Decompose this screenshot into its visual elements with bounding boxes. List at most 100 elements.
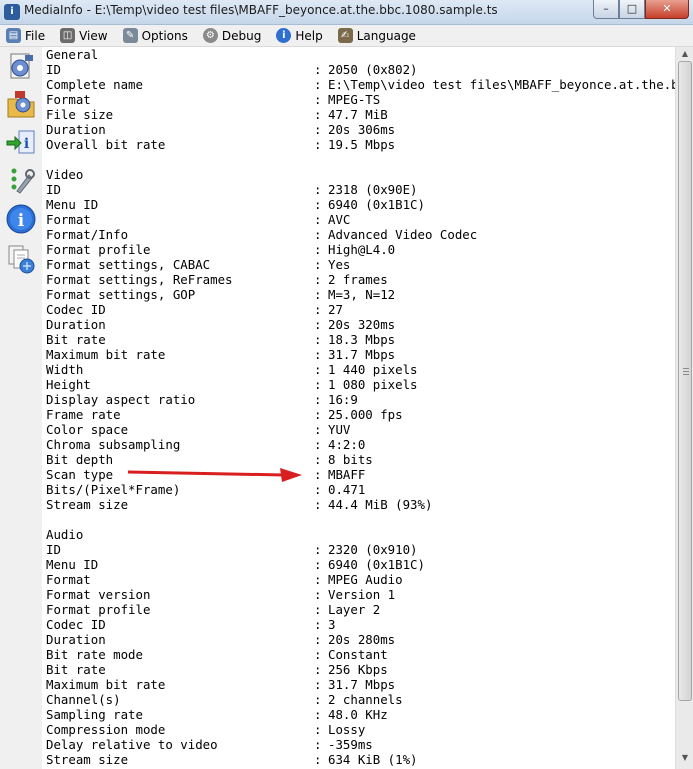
row-value: 19.5 Mbps [328,137,396,152]
grip-line [683,371,689,372]
section-title: General [46,47,675,62]
info-row: Channel(s):2 channels [46,692,675,707]
row-label: Format settings, CABAC [46,257,211,272]
row-value: 20s 280ms [328,632,396,647]
info-row: Bit rate:256 Kbps [46,662,675,677]
menu-file[interactable]: ▤ File [4,26,47,46]
row-value: Yes [328,257,351,272]
row-colon: : [314,92,322,107]
row-value: 1 440 pixels [328,362,418,377]
row-label: Chroma subsampling [46,437,181,452]
menu-help-label: Help [295,28,323,43]
info-row: Menu ID:6940 (0x1B1C) [46,197,675,212]
about-icon[interactable]: i [5,203,37,235]
section-title-video: Video [46,167,84,182]
info-row: Codec ID:3 [46,617,675,632]
row-value: 0.471 [328,482,366,497]
row-value: 4:2:0 [328,437,366,452]
open-file-icon[interactable] [5,51,37,83]
options-icon: ✎ [122,28,138,43]
row-colon: : [314,467,322,482]
row-colon: : [314,662,322,677]
row-colon: : [314,197,322,212]
row-value: Advanced Video Codec [328,227,478,242]
info-row: Complete name: E:\Temp\video test files\M… [46,77,675,92]
row-label: Format profile [46,242,151,257]
file-icon: ▤ [6,28,21,43]
row-value: 8 bits [328,452,373,467]
svg-text:i: i [24,136,29,152]
maximize-button[interactable]: □ [619,0,645,19]
info-row: Bit depth:8 bits [46,452,675,467]
row-label: Sampling rate [46,707,143,722]
info-row: Frame rate:25.000 fps [46,407,675,422]
menu-view-label: View [79,28,108,43]
left-toolbar: i i [0,47,42,769]
menu-language[interactable]: ✍ Language [336,26,418,46]
scroll-up-icon[interactable]: ▲ [679,49,691,59]
info-row: Delay relative to video: -359ms [46,737,675,752]
section-audio: Audio ID:2320 (0x910) Menu ID:6940 (0x1B… [42,527,675,767]
row-label: Bits/(Pixel*Frame) [46,482,181,497]
mediainfo-app-icon[interactable]: i [4,4,20,20]
row-colon: : [314,362,322,377]
row-label: Menu ID [46,557,99,572]
info-row: Format settings, CABAC: Yes [46,257,675,272]
row-label: Format [46,92,91,107]
row-label: Format [46,572,91,587]
row-colon: : [314,722,322,737]
info-row: Width:1 440 pixels [46,362,675,377]
row-label: Duration [46,122,106,137]
info-row: Sampling rate:48.0 KHz [46,707,675,722]
row-colon: : [314,707,322,722]
minimize-button[interactable]: – [593,0,619,19]
row-value: E:\Temp\video test files\MBAFF_beyonce.a… [328,77,675,92]
info-row: Bit rate mode: Constant [46,647,675,662]
window-controls: – □ ✕ [593,0,689,19]
knowledge-base-icon[interactable] [5,243,37,275]
row-label: Format/Info [46,227,129,242]
row-colon: : [314,62,322,77]
info-row: Compression mode: Lossy [46,722,675,737]
row-colon: : [314,332,322,347]
row-value: 256 Kbps [328,662,388,677]
info-row: ID:2320 (0x910) [46,542,675,557]
preferences-icon[interactable] [5,165,37,197]
info-row: Format/Info: Advanced Video Codec [46,227,675,242]
export-icon[interactable]: i [5,127,37,159]
menu-debug[interactable]: ⚙ Debug [201,26,263,46]
row-value: 48.0 KHz [328,707,388,722]
menu-view[interactable]: ◫ View [58,26,109,46]
svg-text:i: i [18,211,25,231]
row-label: Format [46,212,91,227]
row-colon: : [314,212,322,227]
row-colon: : [314,377,322,392]
row-label: Codec ID [46,617,106,632]
menu-options[interactable]: ✎ Options [121,26,190,46]
open-folder-icon[interactable] [5,89,37,121]
row-value: 31.7 Mbps [328,677,396,692]
info-row: Format: MPEG Audio [46,572,675,587]
scrollbar-thumb[interactable] [678,61,692,701]
info-row: Bit rate:18.3 Mbps [46,332,675,347]
row-label: Codec ID [46,302,106,317]
row-label: Bit rate [46,332,106,347]
vertical-scrollbar[interactable]: ▲ ▼ [675,47,693,769]
row-colon: : [314,482,322,497]
row-label: Delay relative to video [46,737,218,752]
row-value: Layer 2 [328,602,381,617]
row-colon: : [314,122,322,137]
row-label: Stream size [46,752,129,767]
info-row: Stream size:44.4 MiB (93%) [46,497,675,512]
scroll-down-icon[interactable]: ▼ [679,753,691,763]
info-row: Format: AVC [46,212,675,227]
menu-help[interactable]: i Help [274,26,324,46]
row-colon: : [314,437,322,452]
row-value: YUV [328,422,351,437]
close-button[interactable]: ✕ [645,0,689,19]
info-row: Height:1 080 pixels [46,377,675,392]
row-value: 2050 (0x802) [328,62,418,77]
media-info-text-view[interactable]: General ID:2050 (0x802) Complete name: E:… [42,47,675,769]
row-colon: : [314,302,322,317]
